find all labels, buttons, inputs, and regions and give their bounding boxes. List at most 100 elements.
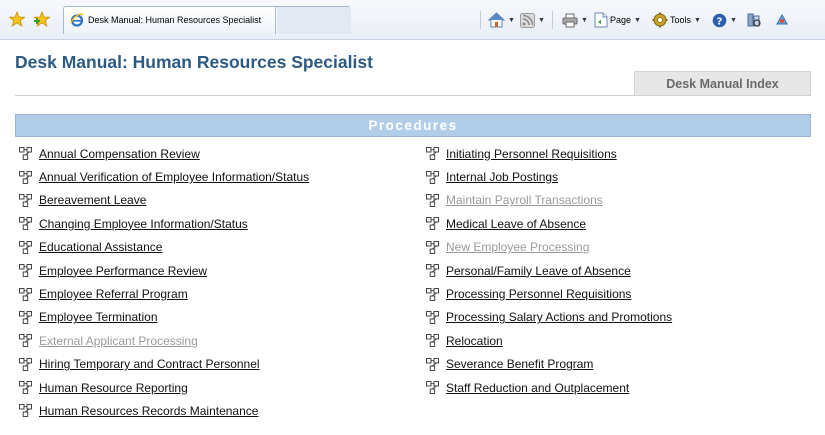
procedure-item: Annual Verification of Employee Informat… bbox=[19, 165, 309, 188]
procedure-item: Maintain Payroll Transactions bbox=[426, 189, 672, 212]
research-button[interactable] bbox=[746, 10, 762, 30]
rss-icon bbox=[520, 12, 535, 28]
procedure-link[interactable]: Changing Employee Information/Status bbox=[39, 217, 248, 231]
page-icon bbox=[594, 12, 608, 28]
browser-tab-bar: Desk Manual: Human Resources Specialist bbox=[63, 6, 351, 34]
chevron-down-icon: ▼ bbox=[538, 16, 545, 24]
extension-button[interactable] bbox=[774, 10, 790, 30]
procedure-link-icon bbox=[426, 310, 439, 324]
procedure-link-icon bbox=[426, 264, 439, 278]
new-tab-button[interactable] bbox=[277, 7, 351, 34]
browser-tab-title: Desk Manual: Human Resources Specialist bbox=[88, 15, 262, 25]
procedure-link[interactable]: Processing Salary Actions and Promotions bbox=[446, 310, 672, 324]
command-bar: ▼ ▼ ▼ Page ▼ Tools ▼ ? ▼ bbox=[480, 9, 825, 31]
extension-icon bbox=[776, 13, 788, 25]
procedure-link: New Employee Processing bbox=[446, 240, 590, 255]
procedure-link[interactable]: Internal Job Postings bbox=[446, 170, 558, 184]
page-title: Desk Manual: Human Resources Specialist bbox=[15, 52, 373, 72]
tools-menu-button[interactable]: Tools ▼ bbox=[652, 10, 701, 30]
procedure-item: Educational Assistance bbox=[19, 236, 309, 259]
procedure-link: Maintain Payroll Transactions bbox=[446, 193, 603, 208]
feeds-button[interactable]: ▼ bbox=[520, 10, 545, 30]
procedure-item: New Employee Processing bbox=[426, 236, 672, 259]
tools-menu-label: Tools bbox=[670, 15, 692, 25]
procedure-link[interactable]: Human Resources Records Maintenance bbox=[39, 404, 258, 418]
procedure-link-icon bbox=[19, 357, 32, 371]
help-button[interactable]: ? ▼ bbox=[712, 10, 737, 30]
procedure-item: Changing Employee Information/Status bbox=[19, 212, 309, 235]
procedure-item: External Applicant Processing bbox=[19, 329, 309, 352]
procedure-link-icon bbox=[426, 381, 439, 395]
chevron-down-icon: ▼ bbox=[634, 16, 641, 24]
favorites-star-icon[interactable] bbox=[9, 11, 25, 27]
chevron-down-icon: ▼ bbox=[508, 16, 515, 24]
procedure-link[interactable]: Medical Leave of Absence bbox=[446, 217, 586, 231]
procedure-link[interactable]: Annual Compensation Review bbox=[39, 147, 200, 161]
research-icon bbox=[747, 13, 761, 27]
procedures-right-column: Initiating Personnel Requisitions Interna… bbox=[426, 142, 672, 399]
procedure-link[interactable]: Relocation bbox=[446, 334, 503, 348]
home-button[interactable]: ▼ bbox=[488, 10, 515, 30]
procedure-link[interactable]: Employee Referral Program bbox=[39, 287, 188, 301]
procedure-item: Processing Personnel Requisitions bbox=[426, 282, 672, 305]
page-menu-button[interactable]: Page ▼ bbox=[594, 10, 641, 30]
add-favorites-icon[interactable] bbox=[33, 11, 51, 27]
procedure-link-icon bbox=[19, 287, 32, 301]
print-icon bbox=[562, 13, 578, 27]
chevron-down-icon: ▼ bbox=[694, 16, 701, 24]
procedure-item: Bereavement Leave bbox=[19, 189, 309, 212]
procedure-link-icon bbox=[426, 217, 439, 231]
procedure-link[interactable]: Severance Benefit Program bbox=[446, 357, 593, 371]
ie-icon bbox=[70, 13, 84, 27]
page-menu-label: Page bbox=[610, 15, 632, 25]
procedure-link-icon bbox=[19, 194, 32, 207]
print-button[interactable]: ▼ bbox=[562, 10, 588, 30]
procedure-link-icon bbox=[426, 357, 439, 371]
procedure-item: Processing Salary Actions and Promotions bbox=[426, 306, 672, 329]
procedure-item: Human Resources Records Maintenance bbox=[19, 399, 309, 422]
procedure-link-icon bbox=[19, 264, 32, 278]
procedure-link[interactable]: Employee Termination bbox=[39, 310, 158, 324]
procedure-link-icon bbox=[426, 147, 439, 161]
divider bbox=[15, 95, 811, 96]
procedure-link-icon bbox=[426, 240, 439, 254]
procedure-link-icon bbox=[19, 217, 32, 231]
procedure-link[interactable]: Educational Assistance bbox=[39, 240, 162, 254]
procedure-link[interactable]: Staff Reduction and Outplacement bbox=[446, 381, 629, 395]
procedure-link[interactable]: Employee Performance Review bbox=[39, 264, 207, 278]
procedure-link[interactable]: Hiring Temporary and Contract Personnel bbox=[39, 357, 260, 371]
browser-tab[interactable]: Desk Manual: Human Resources Specialist bbox=[64, 7, 276, 34]
procedure-link[interactable]: Human Resource Reporting bbox=[39, 381, 188, 395]
procedure-link[interactable]: Processing Personnel Requisitions bbox=[446, 287, 631, 301]
procedure-item: Staff Reduction and Outplacement bbox=[426, 376, 672, 399]
separator bbox=[480, 11, 481, 29]
chevron-down-icon: ▼ bbox=[581, 16, 588, 24]
browser-toolbar: Desk Manual: Human Resources Specialist … bbox=[0, 0, 825, 40]
procedures-header: Procedures bbox=[15, 114, 811, 137]
procedure-link[interactable]: Initiating Personnel Requisitions bbox=[446, 147, 617, 161]
procedure-link-icon bbox=[19, 310, 32, 324]
procedure-link-icon bbox=[19, 404, 32, 418]
procedure-item: Employee Referral Program bbox=[19, 282, 309, 305]
procedure-link-icon bbox=[426, 334, 439, 348]
procedure-link-icon bbox=[426, 170, 439, 184]
procedure-link-icon bbox=[19, 240, 32, 254]
procedure-link-icon bbox=[19, 334, 32, 348]
help-icon: ? bbox=[712, 13, 727, 27]
procedure-item: Medical Leave of Absence bbox=[426, 212, 672, 235]
procedure-item: Human Resource Reporting bbox=[19, 376, 309, 399]
procedure-link[interactable]: Bereavement Leave bbox=[39, 193, 146, 207]
procedure-link-icon bbox=[19, 381, 32, 395]
procedure-item: Personal/Family Leave of Absence bbox=[426, 259, 672, 282]
procedure-item: Internal Job Postings bbox=[426, 165, 672, 188]
procedure-item: Employee Termination bbox=[19, 306, 309, 329]
procedure-item: Hiring Temporary and Contract Personnel bbox=[19, 353, 309, 376]
procedure-item: Employee Performance Review bbox=[19, 259, 309, 282]
procedure-link-icon bbox=[426, 287, 439, 301]
gear-icon bbox=[652, 12, 668, 28]
home-icon bbox=[488, 12, 505, 28]
procedure-link[interactable]: Personal/Family Leave of Absence bbox=[446, 264, 631, 278]
desk-manual-index-tab[interactable]: Desk Manual Index bbox=[634, 71, 811, 95]
procedure-link[interactable]: Annual Verification of Employee Informat… bbox=[39, 170, 309, 184]
procedures-left-column: Annual Compensation Review Annual Verific… bbox=[19, 142, 309, 423]
